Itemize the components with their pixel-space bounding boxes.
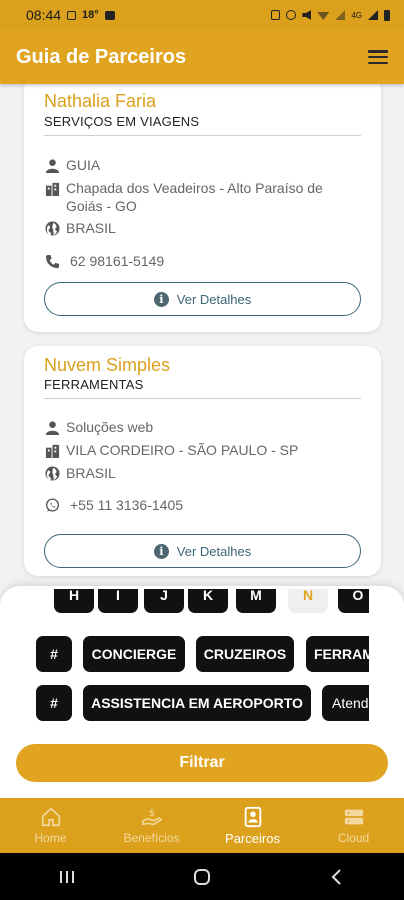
whatsapp-icon (44, 496, 60, 514)
alarm-icon (286, 10, 297, 20)
info-icon: i (153, 543, 169, 559)
location-map-icon (44, 441, 60, 459)
subcategory-chip-row[interactable]: # ASSISTENCIA EM AEROPORTO Atendimento (36, 685, 369, 721)
category-chip[interactable]: CRUZEIROS (196, 636, 294, 672)
globe-icon (44, 464, 60, 482)
category-chip[interactable]: FERRAMENTAS (306, 636, 369, 672)
partners-icon (244, 806, 261, 827)
view-details-label: Ver Detalhes (176, 543, 252, 559)
lock-icon (271, 10, 281, 20)
system-navigation-bar (0, 853, 404, 900)
home-icon (41, 807, 60, 827)
partner-type-row: GUIA (44, 156, 361, 174)
partner-country: BRASIL (66, 465, 116, 481)
partner-location: Chapada dos Veadeiros - Alto Paraíso de … (66, 180, 323, 214)
letter-chip[interactable]: K (188, 589, 228, 613)
phone-icon (44, 252, 60, 270)
partner-type: GUIA (66, 157, 101, 173)
partner-country: BRASIL (66, 220, 116, 236)
partner-category: SERVIÇOS EM VIAGENS (44, 113, 361, 136)
category-chip-row[interactable]: # CONCIERGE CRUZEIROS FERRAMENTAS (36, 636, 369, 672)
signal-icon (335, 10, 346, 20)
partner-phone: 62 98161-5149 (70, 253, 165, 269)
partner-phone-row[interactable]: +55 11 3136-1405 (44, 496, 361, 514)
partner-name: Nuvem Simples (44, 355, 171, 375)
home-button-icon[interactable] (192, 867, 212, 887)
category-chip[interactable]: CONCIERGE (83, 636, 185, 672)
notification-icon (104, 10, 115, 20)
globe-icon (44, 219, 60, 237)
letter-chip[interactable]: M (236, 589, 276, 613)
partner-country-row: BRASIL (44, 219, 361, 237)
partner-location-row: Chapada dos Veadeiros - Alto Paraíso de … (44, 179, 361, 215)
partner-card: Nuvem Simples FERRAMENTAS Soluções web V… (24, 346, 381, 576)
view-details-button[interactable]: i Ver Detalhes (44, 534, 361, 568)
partner-phone-row[interactable]: 62 98161-5149 (44, 252, 361, 270)
partner-country-row: BRASIL (44, 464, 361, 482)
nav-item-home[interactable]: Home (0, 798, 101, 853)
hash-chip[interactable]: # (36, 685, 72, 721)
letter-chip[interactable]: O (338, 589, 369, 613)
partner-type-row: Soluções web (44, 418, 361, 436)
partner-location-row: VILA CORDEIRO - SÃO PAULO - SP (44, 441, 361, 459)
back-icon[interactable] (327, 867, 347, 887)
person-icon (44, 156, 60, 174)
status-time: 08:44 (26, 7, 62, 23)
status-temperature: 18° (82, 9, 99, 21)
subcategory-chip[interactable]: ASSISTENCIA EM AEROPORTO (83, 685, 311, 721)
partner-type: Soluções web (66, 419, 154, 435)
mute-icon (302, 10, 312, 20)
nav-label-cloud: Cloud (337, 831, 370, 845)
letter-chip[interactable]: I (98, 589, 138, 613)
view-details-button[interactable]: i Ver Detalhes (44, 282, 361, 316)
partners-list[interactable]: Nathalia Faria SERVIÇOS EM VIAGENS GUIA … (0, 84, 404, 604)
letter-chip-active[interactable]: N (288, 589, 328, 613)
battery-icon (384, 9, 390, 21)
signal-icon-2 (368, 10, 378, 20)
nav-label-partners: Parceiros (225, 830, 280, 846)
network-type: 4G (351, 10, 362, 20)
nav-label-benefits: Benefícios (123, 831, 180, 845)
photo-icon (67, 10, 77, 20)
nav-item-cloud[interactable]: Cloud (303, 798, 404, 853)
partner-phone: +55 11 3136-1405 (70, 497, 184, 513)
hash-chip[interactable]: # (36, 636, 72, 672)
page-title: Guia de Parceiros (16, 45, 187, 68)
hamburger-menu-icon[interactable] (368, 50, 388, 64)
person-icon (44, 418, 60, 436)
recent-apps-icon[interactable] (57, 867, 77, 887)
wifi-icon (317, 12, 330, 20)
partner-location: VILA CORDEIRO - SÃO PAULO - SP (66, 442, 299, 458)
status-bar: 08:44 18° 4G (0, 0, 404, 30)
cloud-icon (344, 809, 363, 825)
benefits-icon: $ (141, 808, 162, 826)
letter-chip[interactable]: H (54, 589, 94, 613)
letter-chip[interactable]: J (144, 589, 184, 613)
partner-name: Nathalia Faria (44, 91, 157, 111)
view-details-label: Ver Detalhes (176, 291, 252, 307)
nav-item-partners[interactable]: Parceiros (202, 798, 303, 853)
partner-category: FERRAMENTAS (44, 376, 361, 399)
filter-button[interactable]: Filtrar (16, 744, 388, 782)
filter-sheet: H I J K M N O # CONCIERGE CRUZEIROS FERR… (0, 586, 404, 798)
location-map-icon (44, 179, 60, 197)
partner-card: Nathalia Faria SERVIÇOS EM VIAGENS GUIA … (24, 84, 381, 332)
bottom-navigation: Home $ Benefícios Parceiros Cloud (0, 798, 404, 853)
info-icon: i (153, 291, 169, 307)
nav-item-benefits[interactable]: $ Benefícios (101, 798, 202, 853)
app-bar: Guia de Parceiros (0, 30, 404, 84)
nav-label-home: Home (34, 831, 67, 845)
svg-text:$: $ (148, 808, 154, 819)
letter-chip-row[interactable]: H I J K M N O (36, 589, 369, 625)
subcategory-chip[interactable]: Atendimento (322, 685, 369, 721)
